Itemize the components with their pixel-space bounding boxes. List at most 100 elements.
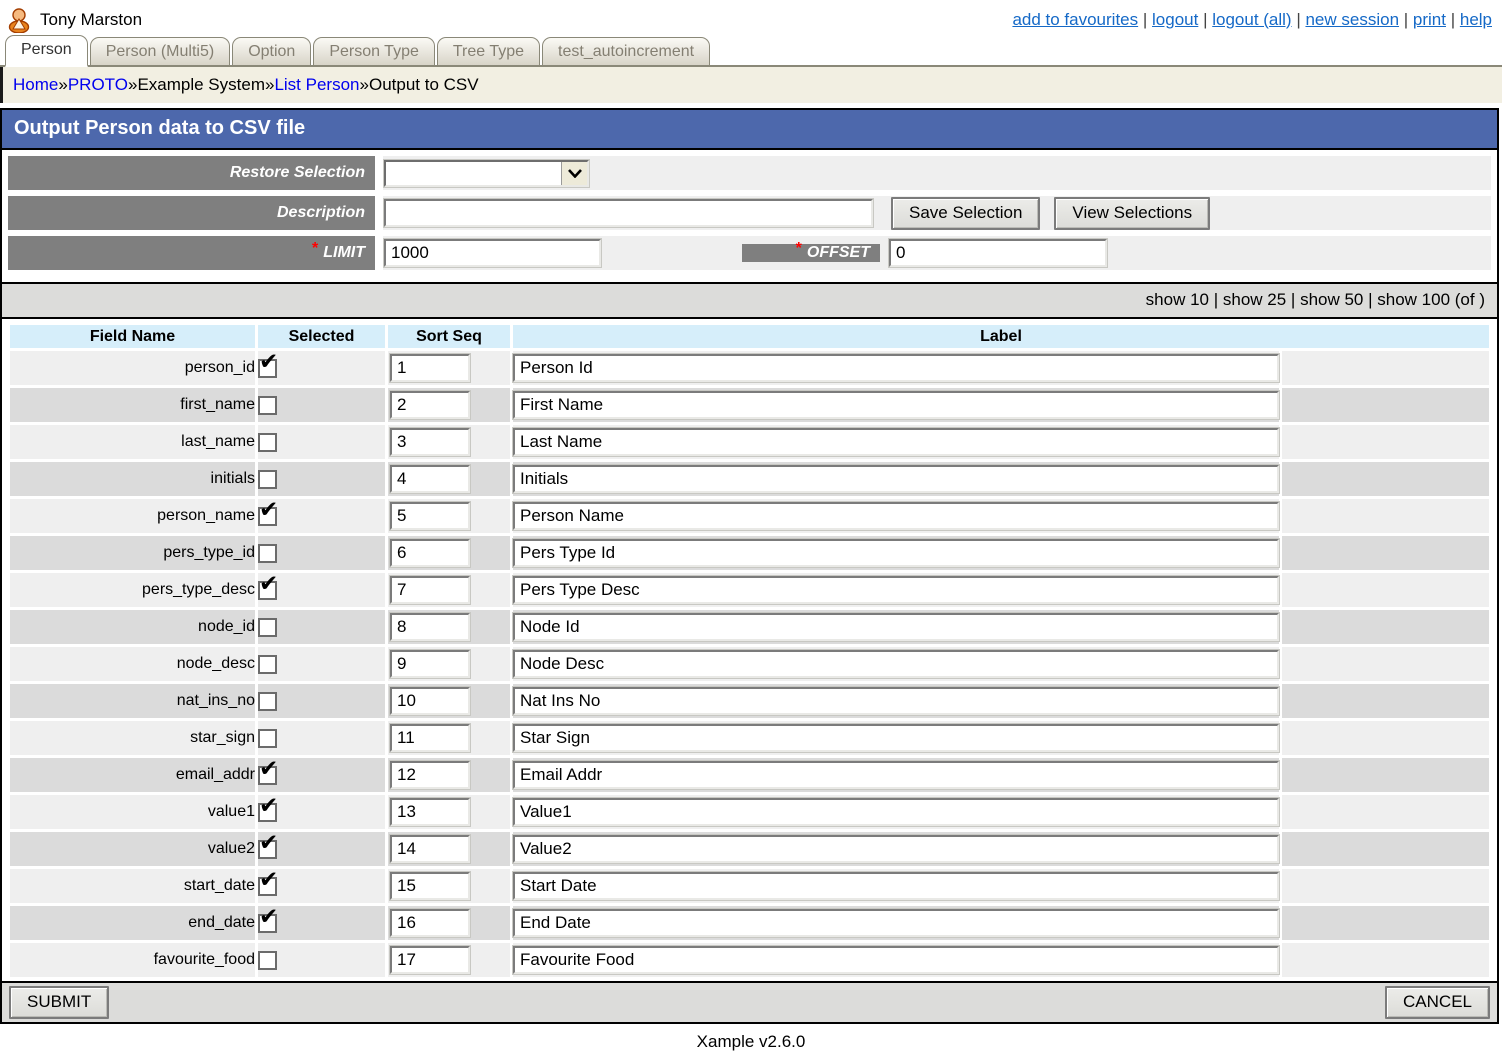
trailing-cell-end_date — [1282, 906, 1489, 940]
action-bar: SUBMIT CANCEL — [2, 981, 1497, 1022]
sort-seq-input-node_desc[interactable] — [390, 650, 470, 678]
selection-form: Restore Selection Description Save Selec… — [2, 150, 1497, 282]
label-input-star_sign[interactable] — [513, 724, 1279, 752]
pagination-bar: show 10 | show 25 | show 50 | show 100 (… — [2, 282, 1497, 319]
label-input-person_name[interactable] — [513, 502, 1279, 530]
label-input-initials[interactable] — [513, 465, 1279, 493]
selected-checkbox-person_id[interactable] — [258, 359, 277, 378]
selected-checkbox-star_sign[interactable] — [258, 729, 277, 748]
field-name-favourite_food: favourite_food — [10, 943, 255, 977]
header-link-help[interactable]: help — [1460, 10, 1492, 29]
selected-checkbox-start_date[interactable] — [258, 877, 277, 896]
label-input-email_addr[interactable] — [513, 761, 1279, 789]
selected-checkbox-value2[interactable] — [258, 840, 277, 859]
header-link-add-to-favourites[interactable]: add to favourites — [1012, 10, 1138, 29]
header-link-logout-all[interactable]: logout (all) — [1212, 10, 1291, 29]
show-50-link[interactable]: show 50 — [1300, 290, 1363, 309]
tab-test-autoincrement[interactable]: test_autoincrement — [542, 37, 710, 65]
sort-seq-input-value1[interactable] — [390, 798, 470, 826]
sort-seq-input-person_name[interactable] — [390, 502, 470, 530]
sort-seq-cell-favourite_food — [388, 943, 510, 977]
selected-checkbox-node_id[interactable] — [258, 618, 277, 637]
label-input-node_id[interactable] — [513, 613, 1279, 641]
selected-checkbox-pers_type_id[interactable] — [258, 544, 277, 563]
limit-input[interactable] — [384, 239, 601, 267]
table-row-start_date: start_date — [10, 869, 1489, 903]
selected-checkbox-last_name[interactable] — [258, 433, 277, 452]
selected-checkbox-initials[interactable] — [258, 470, 277, 489]
tab-tree-type[interactable]: Tree Type — [437, 37, 540, 65]
sort-seq-cell-nat_ins_no — [388, 684, 510, 718]
field-name-star_sign: star_sign — [10, 721, 255, 755]
label-input-person_id[interactable] — [513, 354, 1279, 382]
selected-checkbox-favourite_food[interactable] — [258, 951, 277, 970]
sort-seq-input-start_date[interactable] — [390, 872, 470, 900]
header-link-logout[interactable]: logout — [1152, 10, 1198, 29]
sort-seq-input-initials[interactable] — [390, 465, 470, 493]
sort-seq-input-nat_ins_no[interactable] — [390, 687, 470, 715]
sort-seq-cell-pers_type_desc — [388, 573, 510, 607]
selected-checkbox-first_name[interactable] — [258, 396, 277, 415]
selected-checkbox-email_addr[interactable] — [258, 766, 277, 785]
field-table: Field Name Selected Sort Seq Label perso… — [7, 322, 1492, 980]
restore-selection-select[interactable] — [384, 160, 589, 187]
show-100-of-link[interactable]: show 100 (of ) — [1377, 290, 1485, 309]
sort-seq-input-node_id[interactable] — [390, 613, 470, 641]
field-table-body: person_idfirst_namelast_nameinitialspers… — [10, 351, 1489, 977]
submit-button[interactable]: SUBMIT — [9, 986, 109, 1019]
label-input-last_name[interactable] — [513, 428, 1279, 456]
sort-seq-input-email_addr[interactable] — [390, 761, 470, 789]
selected-checkbox-value1[interactable] — [258, 803, 277, 822]
label-cell-initials — [513, 462, 1279, 496]
selected-checkbox-nat_ins_no[interactable] — [258, 692, 277, 711]
show-25-link[interactable]: show 25 — [1223, 290, 1286, 309]
header-link-print[interactable]: print — [1413, 10, 1446, 29]
label-input-end_date[interactable] — [513, 909, 1279, 937]
sort-seq-input-pers_type_id[interactable] — [390, 539, 470, 567]
cancel-button[interactable]: CANCEL — [1385, 986, 1490, 1019]
view-selections-button[interactable]: View Selections — [1054, 197, 1210, 230]
label-input-pers_type_desc[interactable] — [513, 576, 1279, 604]
label-input-favourite_food[interactable] — [513, 946, 1279, 974]
field-name-end_date: end_date — [10, 906, 255, 940]
show-10-link[interactable]: show 10 — [1146, 290, 1209, 309]
sort-seq-input-pers_type_desc[interactable] — [390, 576, 470, 604]
tab-person-type[interactable]: Person Type — [313, 37, 435, 65]
tab-person-multi5[interactable]: Person (Multi5) — [90, 37, 230, 65]
breadcrumb-link-home[interactable]: Home — [13, 75, 58, 94]
tab-option[interactable]: Option — [232, 37, 311, 65]
sort-seq-input-person_id[interactable] — [390, 354, 470, 382]
sort-seq-input-last_name[interactable] — [390, 428, 470, 456]
field-name-node_id: node_id — [10, 610, 255, 644]
selected-cell-star_sign — [258, 721, 385, 755]
selected-checkbox-person_name[interactable] — [258, 507, 277, 526]
breadcrumb-link-list-person[interactable]: List Person — [274, 75, 359, 94]
selected-checkbox-end_date[interactable] — [258, 914, 277, 933]
selected-checkbox-pers_type_desc[interactable] — [258, 581, 277, 600]
sort-seq-input-star_sign[interactable] — [390, 724, 470, 752]
label-input-pers_type_id[interactable] — [513, 539, 1279, 567]
restore-selection-value — [386, 162, 561, 185]
tab-person[interactable]: Person — [5, 35, 88, 67]
label-input-nat_ins_no[interactable] — [513, 687, 1279, 715]
breadcrumb-separator: » — [360, 75, 369, 94]
description-input[interactable] — [384, 199, 873, 227]
chevron-down-icon[interactable] — [561, 162, 587, 185]
label-input-start_date[interactable] — [513, 872, 1279, 900]
table-row-nat_ins_no: nat_ins_no — [10, 684, 1489, 718]
sort-seq-input-first_name[interactable] — [390, 391, 470, 419]
table-row-initials: initials — [10, 462, 1489, 496]
sort-seq-input-end_date[interactable] — [390, 909, 470, 937]
label-input-value1[interactable] — [513, 798, 1279, 826]
label-input-node_desc[interactable] — [513, 650, 1279, 678]
sort-seq-input-favourite_food[interactable] — [390, 946, 470, 974]
save-selection-button[interactable]: Save Selection — [891, 197, 1040, 230]
breadcrumb-link-proto[interactable]: PROTO — [68, 75, 128, 94]
selected-checkbox-node_desc[interactable] — [258, 655, 277, 674]
label-input-first_name[interactable] — [513, 391, 1279, 419]
label-input-value2[interactable] — [513, 835, 1279, 863]
header-link-new-session[interactable]: new session — [1305, 10, 1399, 29]
offset-input[interactable] — [889, 239, 1107, 267]
sort-seq-input-value2[interactable] — [390, 835, 470, 863]
tab-strip: PersonPerson (Multi5)OptionPerson TypeTr… — [0, 36, 1502, 67]
